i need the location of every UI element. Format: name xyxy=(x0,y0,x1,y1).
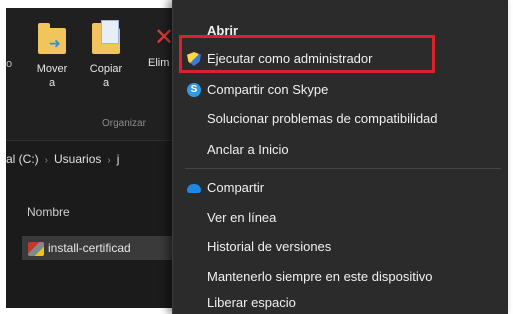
red-highlight-box xyxy=(179,35,435,73)
ribbon-partial-label: o xyxy=(6,58,13,70)
delete-button-label[interactable]: Elim xyxy=(148,57,169,69)
move-to-button[interactable]: ➜ Mover a xyxy=(32,20,72,90)
menu-item-view-online[interactable]: Ver en línea xyxy=(173,205,509,231)
chevron-right-icon: › xyxy=(107,155,111,166)
copy-to-button[interactable]: Copiar a xyxy=(86,20,126,90)
column-header-name[interactable]: Nombre xyxy=(27,205,70,219)
menu-item-always-keep[interactable]: Mantenerlo siempre en este dispositivo xyxy=(173,264,509,290)
skype-icon: S xyxy=(187,83,201,97)
breadcrumb-next[interactable]: j xyxy=(117,152,120,166)
breadcrumb: al (C:) › Usuarios › j xyxy=(6,152,176,174)
onedrive-cloud-icon xyxy=(187,184,201,193)
menu-item-version-history[interactable]: Historial de versiones xyxy=(173,234,509,260)
breadcrumb-drive[interactable]: al (C:) xyxy=(6,152,39,166)
breadcrumb-users[interactable]: Usuarios xyxy=(54,152,101,166)
menu-item-free-space[interactable]: Liberar espacio xyxy=(173,290,509,314)
menu-divider xyxy=(185,168,501,169)
move-folder-icon: ➜ xyxy=(35,20,69,56)
menu-item-troubleshoot-compat[interactable]: Solucionar problemas de compatibilidad xyxy=(173,106,509,132)
chevron-right-icon: › xyxy=(44,155,49,166)
file-row[interactable]: install-certificad xyxy=(22,236,190,260)
installer-file-icon xyxy=(28,241,44,256)
file-name: install-certificad xyxy=(48,241,131,255)
context-menu: Abrir Ejecutar como administrador S Comp… xyxy=(172,0,508,314)
menu-item-share-skype[interactable]: S Compartir con Skype xyxy=(173,77,509,103)
menu-item-pin-start[interactable]: Anclar a Inicio xyxy=(173,137,509,163)
copy-folder-icon xyxy=(89,20,123,56)
ribbon-group-label: Organizar xyxy=(102,118,146,129)
move-to-label: Mover a xyxy=(36,63,68,89)
menu-item-share[interactable]: Compartir xyxy=(173,175,509,201)
copy-to-label: Copiar a xyxy=(89,63,123,89)
